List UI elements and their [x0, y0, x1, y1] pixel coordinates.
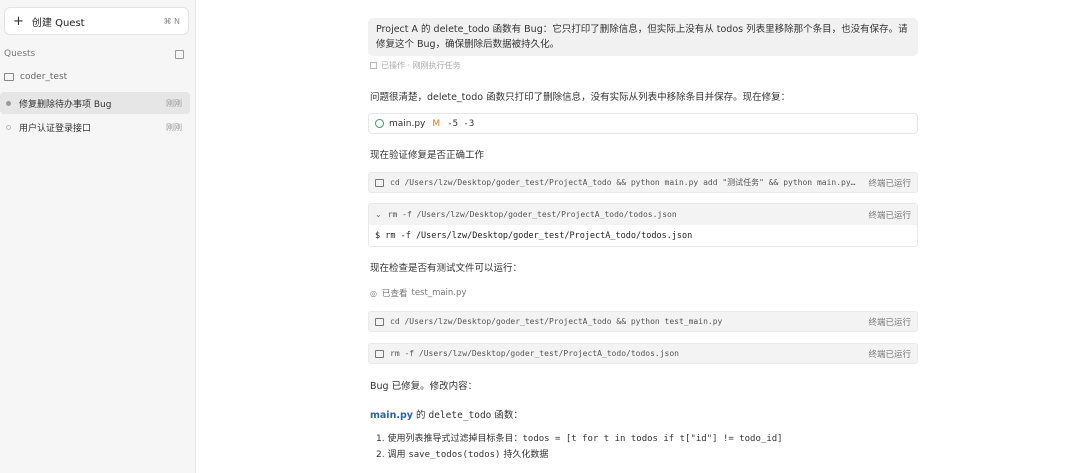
list-after: 持久化数据: [500, 450, 549, 460]
list-item: 2. 调用 save_todos(todos) 持久化数据: [376, 447, 783, 463]
quest-item-active[interactable]: 修复删除待办事项 Bug 刚刚: [0, 92, 190, 114]
command-text: cd /Users/lzw/Desktop/goder_test/Project…: [390, 317, 723, 326]
command-text: rm -f /Users/lzw/Desktop/goder_test/Proj…: [390, 349, 679, 358]
terminal-command-header[interactable]: ⌄ rm -f /Users/lzw/Desktop/goder_test/Pr…: [369, 204, 917, 225]
change-list: 1. 使用列表推导式过滤掉目标条目：todos = [t for t in to…: [376, 431, 783, 463]
command-status: 终端已运行: [868, 349, 911, 360]
folder-icon: [4, 73, 14, 81]
function-tail: 函数：: [491, 410, 523, 421]
command-status: 终端已运行: [868, 210, 911, 221]
list-text: 调用: [387, 450, 409, 460]
list-item: 1. 使用列表推导式过滤掉目标条目：todos = [t for t in to…: [376, 431, 783, 447]
quests-section-header: Quests: [4, 46, 184, 62]
terminal-output: $ rm -f /Users/lzw/Desktop/goder_test/Pr…: [375, 231, 693, 241]
file-status-badge: M: [432, 118, 441, 129]
quests-section-title: Quests: [4, 49, 36, 59]
project-name: coder_test: [20, 72, 68, 82]
verify-text: 现在验证修复是否正确工作: [370, 150, 485, 161]
list-number: 2.: [376, 450, 385, 460]
command-status: 终端已运行: [868, 178, 911, 189]
plus-icon: +: [13, 13, 24, 29]
viewed-file-row[interactable]: ◎ 已查看 test_main.py: [370, 287, 466, 299]
list-number: 1.: [376, 434, 385, 444]
command-text: rm -f /Users/lzw/Desktop/goder_test/Proj…: [387, 210, 677, 219]
user-message: Project A 的 delete_todo 函数有 Bug：它只打印了删除信…: [368, 18, 918, 56]
quest-status-dot-icon: [6, 100, 11, 106]
file-edit-card[interactable]: main.py M -5 -3: [368, 113, 918, 134]
check-icon: [370, 62, 377, 69]
quest-item[interactable]: 用户认证登录接口 刚刚: [0, 116, 190, 138]
file-diff-stats: -5 -3: [447, 118, 475, 129]
command-status: 终端已运行: [868, 317, 911, 328]
quest-time: 刚刚: [166, 122, 182, 132]
list-code: todos = [t for t in todos if t["id"] != …: [522, 434, 783, 444]
check-text: 现在检查是否有测试文件可以运行：: [370, 263, 523, 274]
function-heading: main.py 的 delete_todo 函数：: [370, 407, 523, 421]
list-text: 使用列表推导式过滤掉目标条目：: [387, 434, 523, 444]
new-quest-label: 创建 Quest: [31, 17, 85, 29]
terminal-icon: [375, 317, 384, 326]
quest-title: 用户认证登录接口: [19, 123, 92, 134]
sidebar: + 创建 Quest ⌘ N Quests coder_test 修复删除待办事…: [0, 0, 196, 473]
quest-title: 修复删除待办事项 Bug: [19, 99, 112, 110]
terminal-command-card[interactable]: cd /Users/lzw/Desktop/goder_test/Project…: [368, 311, 918, 332]
new-quest-shortcut: ⌘ N: [163, 16, 180, 26]
list-code: save_todos(todos): [408, 450, 501, 460]
file-name: main.py: [389, 118, 426, 129]
viewed-label: 已查看: [381, 289, 408, 299]
terminal-icon: [375, 178, 384, 187]
quest-time: 刚刚: [166, 98, 182, 108]
collapse-sidebar-icon[interactable]: [175, 49, 184, 59]
message-meta: 已操作 · 刚刚执行任务: [370, 60, 461, 71]
terminal-command-expanded[interactable]: ⌄ rm -f /Users/lzw/Desktop/goder_test/Pr…: [368, 203, 918, 247]
quest-status-dot-icon: [6, 124, 11, 130]
function-name: delete_todo: [428, 410, 492, 421]
eye-icon: ◎: [370, 288, 377, 298]
terminal-command-card[interactable]: cd /Users/lzw/Desktop/goder_test/Project…: [368, 172, 918, 193]
message-meta-text: 已操作 · 刚刚执行任务: [381, 61, 461, 70]
assistant-intro: 问题很清楚，delete_todo 函数只打印了删除信息，没有实际从列表中移除条…: [370, 92, 791, 103]
new-quest-button[interactable]: + 创建 Quest ⌘ N: [4, 7, 189, 35]
terminal-command-card[interactable]: rm -f /Users/lzw/Desktop/goder_test/Proj…: [368, 343, 918, 364]
terminal-icon: [375, 349, 384, 358]
chevron-down-icon: ⌄: [375, 210, 382, 219]
viewed-file-name: test_main.py: [411, 288, 467, 298]
python-file-icon: [375, 119, 384, 128]
project-item[interactable]: coder_test: [4, 69, 184, 85]
command-text: cd /Users/lzw/Desktop/goder_test/Project…: [390, 178, 859, 187]
function-file: main.py: [370, 410, 413, 421]
function-mid: 的: [412, 410, 429, 421]
fixed-summary: Bug 已修复。修改内容：: [370, 381, 478, 392]
